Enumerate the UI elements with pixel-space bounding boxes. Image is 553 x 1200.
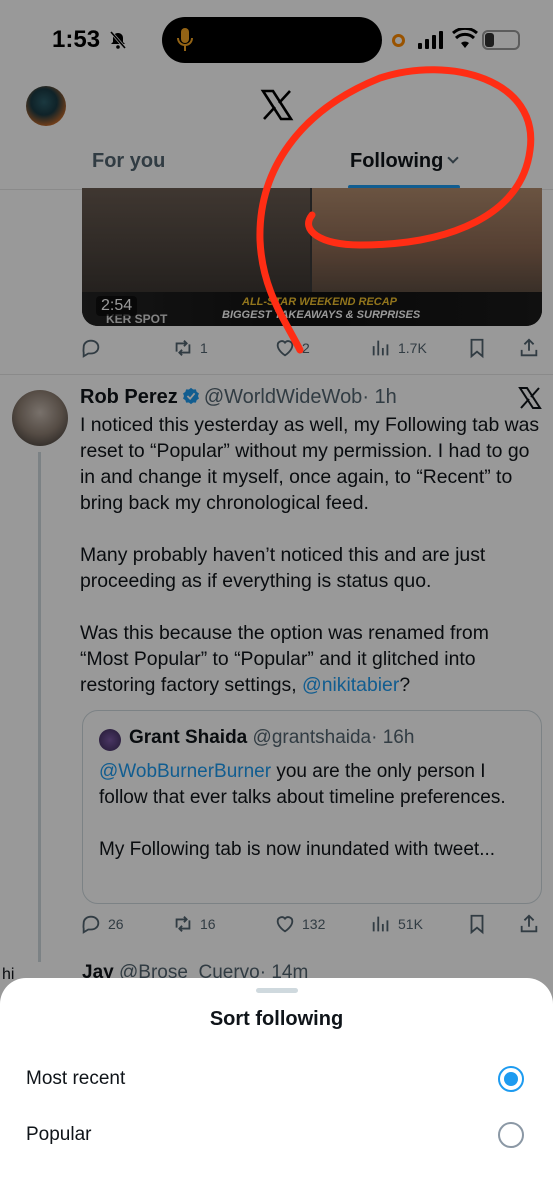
option-popular[interactable]: Popular [0, 1110, 553, 1160]
sheet-grabber[interactable] [256, 988, 298, 993]
radio-dot [504, 1072, 518, 1086]
option-label: Most recent [26, 1068, 126, 1089]
app-screen: 1:53 27 For you Following ALL-STAR WEEKE… [0, 0, 553, 1200]
radio-selected[interactable] [498, 1066, 524, 1092]
option-most-recent[interactable]: Most recent [0, 1054, 553, 1104]
option-label: Popular [26, 1124, 92, 1145]
radio-unselected[interactable] [498, 1122, 524, 1148]
sheet-title: Sort following [209, 1008, 344, 1030]
red-highlight-annotation [256, 66, 535, 354]
sort-following-sheet: Sort following Most recent Popular [0, 978, 553, 1200]
